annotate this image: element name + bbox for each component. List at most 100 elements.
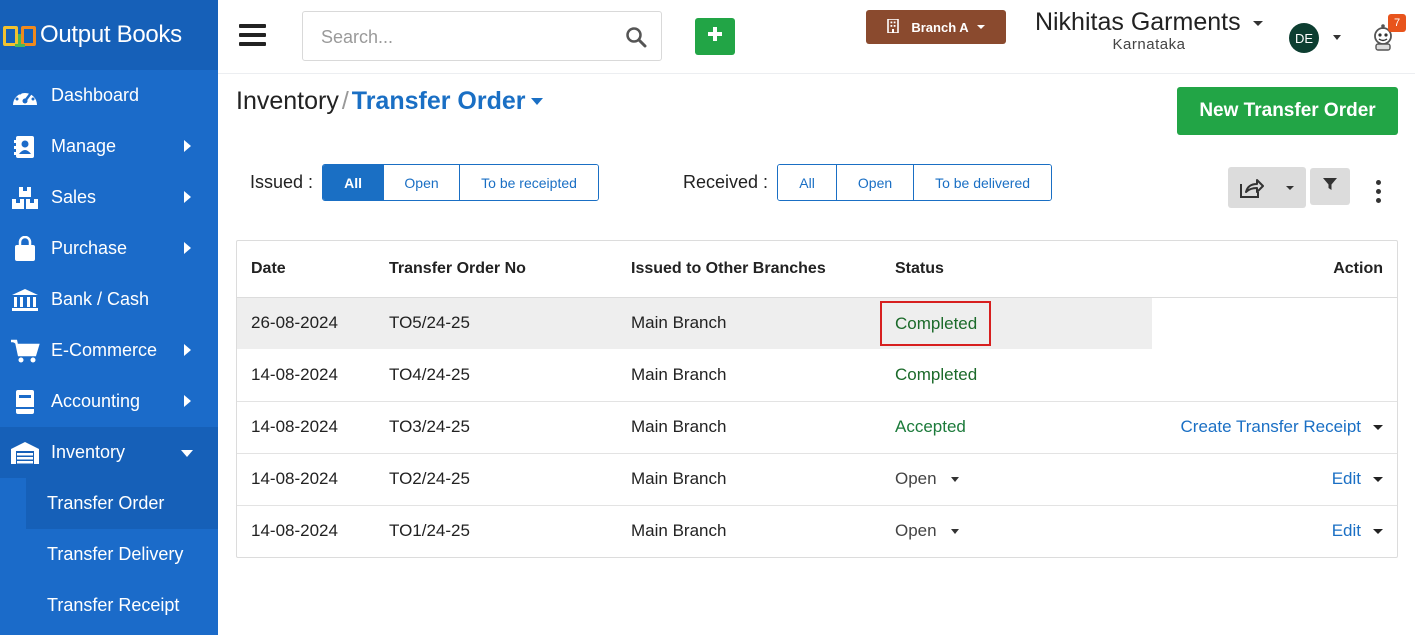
table-row[interactable]: 14-08-2024 TO1/24-25 Main Branch Open Ed… xyxy=(237,505,1397,557)
table-row[interactable]: 26-08-2024 TO5/24-25 Main Branch Complet… xyxy=(237,297,1397,349)
cell-transfer-order-no[interactable]: TO3/24-25 xyxy=(375,401,617,454)
issued-filter-to-be-receipted[interactable]: To be receipted xyxy=(460,165,599,200)
building-icon xyxy=(887,17,900,36)
sidebar-item-purchase[interactable]: Purchase xyxy=(0,223,218,274)
chevron-down-icon[interactable] xyxy=(1333,35,1341,40)
quick-add-button[interactable] xyxy=(695,18,735,55)
cell-action xyxy=(1152,297,1397,349)
chevron-right-icon xyxy=(184,191,191,203)
chevron-down-icon[interactable] xyxy=(1373,477,1383,482)
chevron-down-icon xyxy=(1286,186,1294,190)
edit-link[interactable]: Edit xyxy=(1332,469,1361,488)
boxes-icon xyxy=(10,185,40,211)
received-filter-all[interactable]: All xyxy=(778,165,838,200)
search-input[interactable] xyxy=(321,24,611,50)
ledger-book-icon xyxy=(10,389,40,415)
issued-segmented-control: All Open To be receipted xyxy=(322,164,600,201)
company-selector[interactable]: Nikhitas Garments Karnataka xyxy=(1034,8,1264,53)
table-row[interactable]: 14-08-2024 TO2/24-25 Main Branch Open Ed… xyxy=(237,453,1397,506)
sidebar-item-accounting[interactable]: Accounting xyxy=(0,376,218,427)
status-label: Open xyxy=(895,521,937,541)
search-box xyxy=(302,11,662,61)
cell-issued-to: Main Branch xyxy=(617,297,881,349)
cell-transfer-order-no[interactable]: TO1/24-25 xyxy=(375,505,617,557)
chevron-down-icon[interactable] xyxy=(1373,529,1383,535)
search-icon[interactable] xyxy=(625,26,647,48)
cell-date: 26-08-2024 xyxy=(237,297,375,349)
edit-link[interactable]: Edit xyxy=(1332,521,1361,540)
breadcrumb-root[interactable]: Inventory xyxy=(236,87,339,115)
status-label: Completed xyxy=(880,300,992,346)
issued-filter-all[interactable]: All xyxy=(323,165,385,200)
main-content: Inventory / Transfer Order New Transfer Or… xyxy=(218,75,1415,635)
issued-filter-open[interactable]: Open xyxy=(384,165,461,200)
cell-issued-to: Main Branch xyxy=(617,401,881,454)
issued-filter: Issued : All Open To be receipted xyxy=(250,164,600,201)
more-options-icon[interactable] xyxy=(1376,180,1384,204)
received-filter-open[interactable]: Open xyxy=(837,165,915,200)
cell-transfer-order-no[interactable]: TO2/24-25 xyxy=(375,453,617,506)
sidebar-item-label: Sales xyxy=(51,187,97,207)
sidebar-item-inventory[interactable]: Inventory xyxy=(0,427,218,478)
cell-date: 14-08-2024 xyxy=(237,401,375,454)
column-header-date[interactable]: Date xyxy=(237,241,375,298)
sidebar-subitem-transfer-order[interactable]: Transfer Order xyxy=(26,478,218,529)
export-share-button[interactable] xyxy=(1228,167,1306,208)
status-dropdown-icon[interactable] xyxy=(950,529,959,535)
branch-selector-button[interactable]: Branch A xyxy=(866,10,1006,44)
cell-action: Create Transfer Receipt xyxy=(1152,401,1397,454)
sidebar-item-label: Manage xyxy=(51,136,117,156)
topbar: Branch A Nikhitas Garments Karnataka DE … xyxy=(218,0,1415,74)
company-state: Karnataka xyxy=(1112,36,1186,53)
hamburger-menu-icon[interactable] xyxy=(239,24,266,46)
table-row[interactable]: 14-08-2024 TO4/24-25 Main Branch Complet… xyxy=(237,349,1397,402)
create-transfer-receipt-link[interactable]: Create Transfer Receipt xyxy=(1181,417,1361,436)
sidebar-item-bank-cash[interactable]: Bank / Cash xyxy=(0,274,218,325)
status-dropdown-icon[interactable] xyxy=(950,477,959,482)
cell-transfer-order-no[interactable]: TO4/24-25 xyxy=(375,349,617,402)
column-header-transfer-order-no[interactable]: Transfer Order No xyxy=(375,241,617,298)
sidebar-item-label: Dashboard xyxy=(51,85,140,105)
cell-date: 14-08-2024 xyxy=(237,349,375,402)
sidebar-item-sales[interactable]: Sales xyxy=(0,172,218,223)
sidebar-subitem-transfer-receipt[interactable]: Transfer Receipt xyxy=(0,580,218,631)
cell-date: 14-08-2024 xyxy=(237,453,375,506)
received-filter-to-be-delivered[interactable]: To be delivered xyxy=(914,165,1052,200)
cell-transfer-order-no[interactable]: TO5/24-25 xyxy=(375,297,617,349)
user-avatar[interactable]: DE xyxy=(1289,23,1319,53)
sidebar-item-manage[interactable]: Manage xyxy=(0,121,218,172)
received-filter: Received : All Open To be delivered xyxy=(683,164,1053,201)
sidebar-subitem-transfer-delivery[interactable]: Transfer Delivery xyxy=(0,529,218,580)
issued-filter-label: Issued : xyxy=(250,172,314,192)
transfer-order-table: Date Transfer Order No Issued to Other B… xyxy=(236,240,1398,558)
breadcrumb-current[interactable]: Transfer Order xyxy=(352,87,526,115)
table-row[interactable]: 14-08-2024 TO3/24-25 Main Branch Accepte… xyxy=(237,401,1397,454)
sidebar-item-label: Inventory xyxy=(51,442,126,462)
column-header-status[interactable]: Status xyxy=(881,241,1152,298)
output-books-logo-icon xyxy=(2,20,38,50)
breadcrumb-separator: / xyxy=(341,87,349,115)
chevron-down-icon[interactable] xyxy=(531,98,544,105)
address-book-icon xyxy=(10,134,40,160)
chevron-right-icon xyxy=(184,344,191,356)
cell-issued-to: Main Branch xyxy=(617,349,881,402)
chevron-right-icon xyxy=(184,140,191,152)
cell-status: Open xyxy=(881,505,1152,557)
sidebar-item-dashboard[interactable]: Dashboard xyxy=(0,70,218,121)
chevron-right-icon xyxy=(184,242,191,254)
chevron-down-icon[interactable] xyxy=(1373,425,1383,430)
chevron-down-icon xyxy=(1253,21,1264,27)
column-header-issued-to[interactable]: Issued to Other Branches xyxy=(617,241,881,298)
sidebar-item-e-commerce[interactable]: E-Commerce xyxy=(0,325,218,376)
sidebar-item-label: Accounting xyxy=(51,391,141,411)
received-filter-label: Received : xyxy=(683,172,769,192)
cell-status: Open xyxy=(881,453,1152,506)
breadcrumb: Inventory / Transfer Order xyxy=(236,87,544,116)
brand[interactable]: Output Books xyxy=(0,0,218,70)
cell-action xyxy=(1152,349,1397,402)
cell-date: 14-08-2024 xyxy=(251,521,338,541)
new-transfer-order-button[interactable]: New Transfer Order xyxy=(1177,87,1398,135)
chevron-down-icon xyxy=(181,450,193,457)
filter-button[interactable] xyxy=(1310,168,1350,205)
cell-status: Accepted xyxy=(881,401,1152,454)
